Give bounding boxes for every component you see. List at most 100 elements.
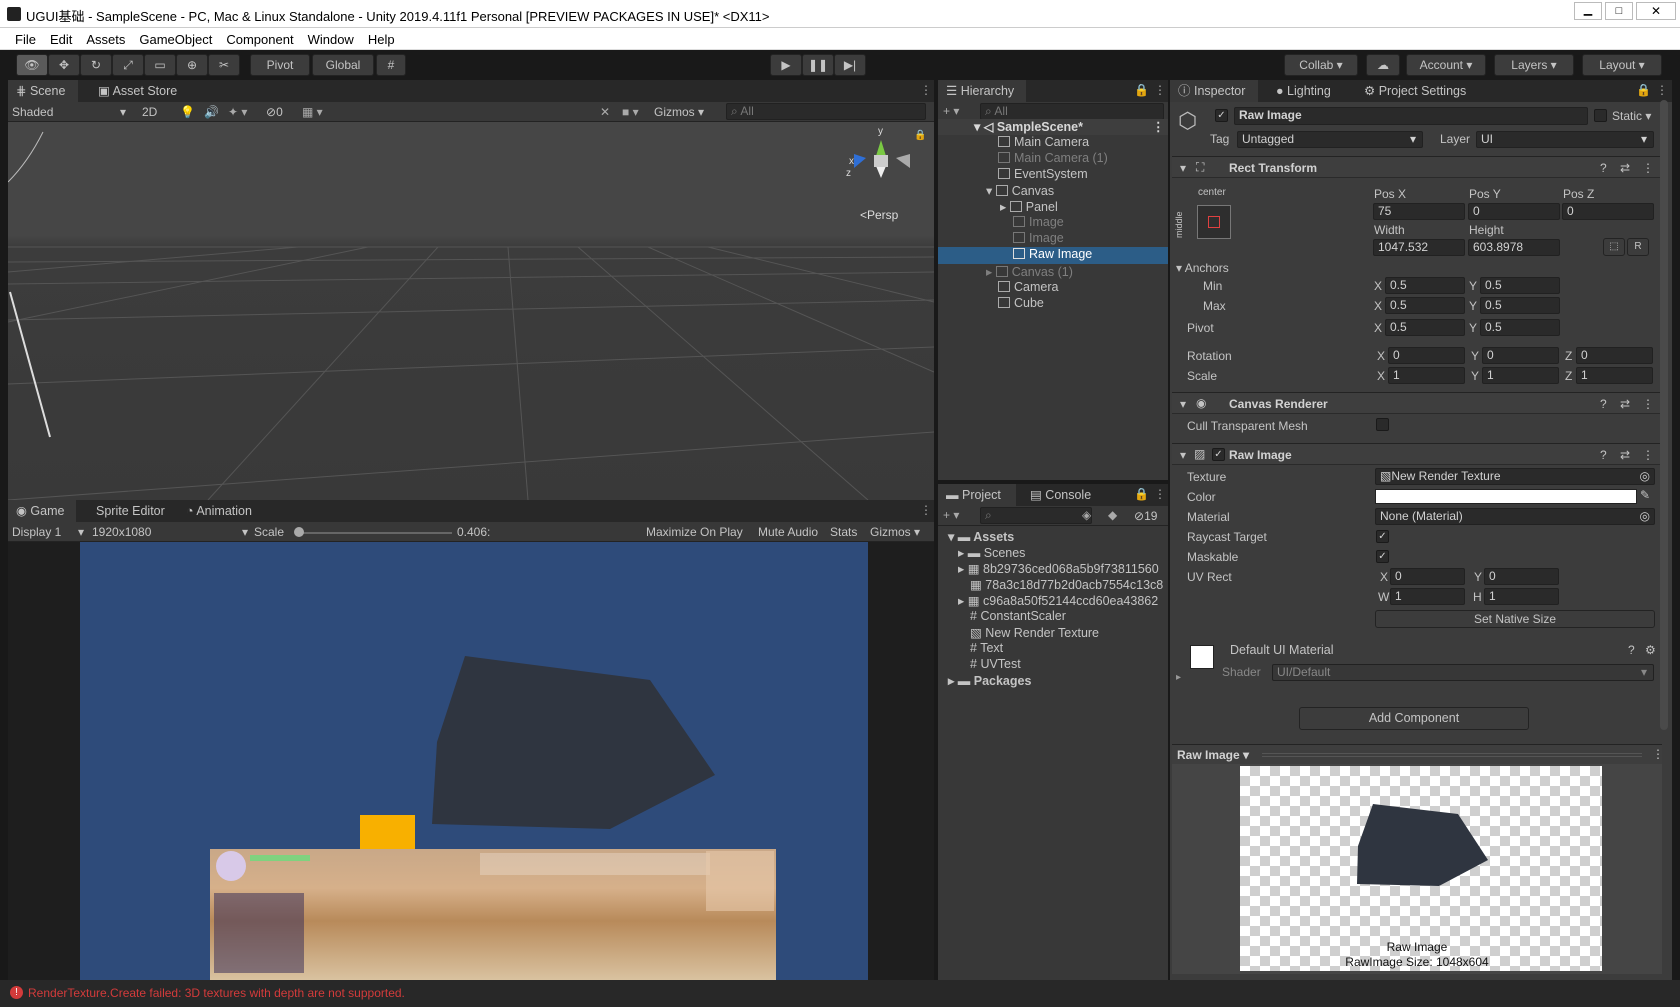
audio-toggle-icon[interactable]: 🔊 [204,105,219,119]
hierarchy-item-panel[interactable]: ▸ Panel [938,199,1168,215]
create-plus-icon[interactable]: + ▾ [943,508,959,522]
status-error-message[interactable]: RenderTexture.Create failed: 3D textures… [28,986,405,1000]
pos-x-input[interactable]: 75 [1373,203,1465,220]
anchor-min-x-input[interactable]: 0.5 [1385,277,1465,294]
cull-transparent-checkbox[interactable] [1376,418,1389,431]
project-folder-packages[interactable]: ▸ ▬ Packages [948,673,1168,689]
project-asset-texture-2[interactable]: ▦ 78a3c18d77b2d0acb7554c13c8 [948,577,1168,593]
preview-title-dropdown[interactable]: Raw Image ▾ [1177,748,1249,762]
scale-z-input[interactable]: 1 [1576,367,1653,384]
effects-toggle-icon[interactable]: ✦ ▾ [228,105,247,119]
game-gizmos-dropdown[interactable]: Gizmos ▾ [870,525,920,539]
width-input[interactable]: 1047.532 [1373,239,1465,256]
hierarchy-item-main-camera[interactable]: Main Camera [938,135,1168,151]
object-name-input[interactable]: Raw Image [1234,107,1588,125]
canvas-renderer-header[interactable]: ▾ ◉ Canvas Renderer ? ⇄ ⋮ [1172,392,1662,414]
lock-icon[interactable]: 🔒 [1636,83,1651,97]
lighting-toggle-icon[interactable]: 💡 [180,105,195,119]
anchor-max-x-input[interactable]: 0.5 [1385,297,1465,314]
step-button[interactable]: ▶| [834,54,866,76]
shading-dropdown[interactable]: Shaded ▾ [12,105,130,119]
height-input[interactable]: 603.8978 [1468,239,1560,256]
tab-console[interactable]: ▤ Console [1022,484,1099,506]
tab-inspector[interactable]: ⓘ Inspector [1170,80,1258,102]
project-search-input[interactable]: ⌕ [980,507,1092,524]
layers-dropdown[interactable]: Layers ▾ [1494,54,1574,76]
hidden-packages-count[interactable]: ⊘19 [1134,509,1157,523]
2d-toggle[interactable]: 2D [142,105,157,119]
anchor-preset-button[interactable] [1197,205,1231,239]
scale-slider[interactable] [298,532,452,534]
hierarchy-item-cube[interactable]: Cube [938,296,1168,312]
cloud-button[interactable]: ☁ [1366,54,1400,76]
tag-dropdown[interactable]: Untagged ▾ [1237,131,1423,148]
rotation-x-input[interactable]: 0 [1388,347,1465,364]
component-menu-icon[interactable]: ⋮ [1642,161,1654,175]
hierarchy-item-eventsystem[interactable]: EventSystem [938,167,1168,183]
tab-hierarchy[interactable]: ☰ Hierarchy [938,80,1026,102]
pivot-x-input[interactable]: 0.5 [1385,319,1465,336]
hierarchy-item-image[interactable]: Image [938,215,1168,231]
tab-sprite-editor[interactable]: Sprite Editor [88,500,173,522]
hierarchy-item-camera[interactable]: Camera [938,280,1168,296]
layer-dropdown[interactable]: UI ▾ [1476,131,1654,148]
uv-h-input[interactable]: 1 [1484,588,1559,605]
grid-snap-button[interactable]: # [376,54,406,76]
help-icon[interactable]: ? [1600,397,1607,411]
texture-field[interactable]: ▧New Render Texture ◎ [1375,468,1655,485]
account-dropdown[interactable]: Account ▾ [1406,54,1486,76]
raw-image-header[interactable]: ▾ ▨ ✓ Raw Image ? ⇄ ⋮ [1172,443,1662,465]
pivot-toggle[interactable]: Pivot [250,54,310,76]
display-dropdown[interactable]: Display 1 ▾ [12,525,86,539]
project-asset-texture-3[interactable]: ▸ ▦ c96a8a50f52144ccd60ea43862 [948,593,1168,609]
material-field[interactable]: None (Material) ◎ [1375,508,1655,525]
hierarchy-item-raw-image[interactable]: Raw Image [938,247,1168,264]
lock-icon[interactable]: 🔒 [914,130,926,141]
pause-button[interactable]: ❚❚ [802,54,834,76]
project-asset-texture-1[interactable]: ▸ ▦ 8b29736ced068a5b9f73811560 [948,561,1168,577]
hierarchy-item-image-2[interactable]: Image [938,231,1168,247]
foldout-arrow-icon[interactable]: ▾ [1180,397,1186,411]
project-script-text[interactable]: # Text [948,641,1168,657]
menu-file[interactable]: File [8,28,43,47]
collab-dropdown[interactable]: Collab ▾ [1284,54,1358,76]
custom-tool-button[interactable]: ✂ [208,54,240,76]
menu-edit[interactable]: Edit [43,28,79,47]
project-folder-assets[interactable]: ▾ ▬ Assets [948,529,1168,545]
hierarchy-item-main-camera-1[interactable]: Main Camera (1) [938,151,1168,167]
anchor-max-y-input[interactable]: 0.5 [1480,297,1560,314]
pivot-y-input[interactable]: 0.5 [1480,319,1560,336]
create-plus-icon[interactable]: + ▾ [943,104,959,118]
project-script-constantscaler[interactable]: # ConstantScaler [948,609,1168,625]
hierarchy-scene-row[interactable]: ▾ ◁ SampleScene* ⋮ [938,119,1168,135]
maximize-button[interactable]: □ [1605,2,1633,20]
move-tool-button[interactable]: ✥ [48,54,80,76]
menu-gameobject[interactable]: GameObject [132,28,219,47]
mute-audio-toggle[interactable]: Mute Audio [758,525,818,539]
anchor-min-y-input[interactable]: 0.5 [1480,277,1560,294]
shader-dropdown[interactable]: UI/Default ▾ [1272,664,1654,681]
foldout-arrow-icon[interactable]: ▾ [1180,448,1186,462]
rotation-y-input[interactable]: 0 [1482,347,1559,364]
hierarchy-item-canvas[interactable]: ▾ Canvas [938,183,1168,199]
resolution-dropdown[interactable]: 1920x1080 ▾ [92,525,252,539]
persp-label[interactable]: <Persp [860,208,898,222]
preset-icon[interactable]: ⇄ [1620,448,1630,462]
panel-menu-icon[interactable]: ⋮ [1154,83,1166,97]
uv-y-input[interactable]: 0 [1484,568,1559,585]
menu-component[interactable]: Component [219,28,300,47]
scale-slider-handle[interactable] [294,527,304,537]
hierarchy-search-input[interactable]: ⌕ All [980,103,1164,120]
pos-y-input[interactable]: 0 [1468,203,1560,220]
lock-icon[interactable]: 🔒 [1134,487,1149,501]
preset-icon[interactable]: ⇄ [1620,397,1630,411]
stats-toggle[interactable]: Stats [830,525,857,539]
panel-menu-icon[interactable]: ⋮ [1154,487,1166,501]
rect-transform-header[interactable]: ▾ ⛶ Rect Transform ? ⇄ ⋮ [1172,156,1662,178]
preview-menu-icon[interactable]: ⋮ [1652,747,1664,761]
tab-lighting[interactable]: ● Lighting [1268,80,1339,102]
scene-gizmo[interactable] [846,128,916,198]
color-swatch[interactable] [1375,489,1637,504]
uv-x-input[interactable]: 0 [1390,568,1465,585]
menu-window[interactable]: Window [301,28,361,47]
